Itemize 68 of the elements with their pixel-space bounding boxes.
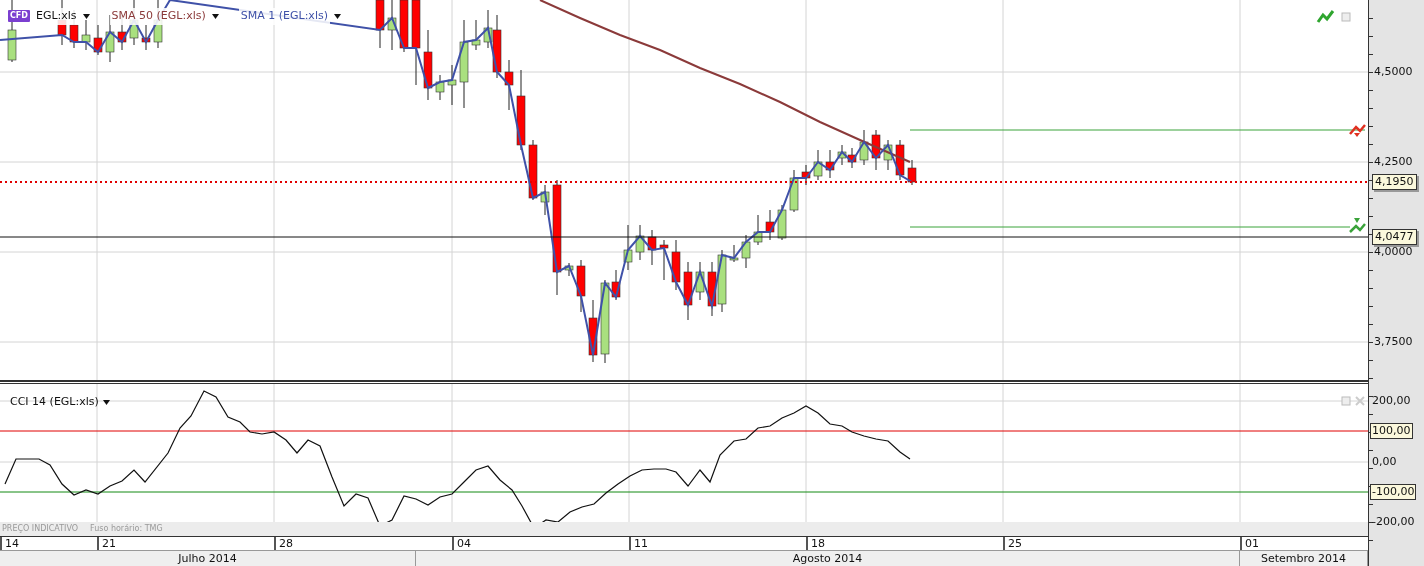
candlestick (504, 59, 514, 111)
trend-up-icon[interactable] (1316, 10, 1335, 23)
candlestick (623, 224, 633, 271)
footer-note: Fuso horário: TMG (90, 523, 163, 535)
candlestick (447, 64, 457, 106)
candlestick (635, 224, 645, 261)
candlestick (729, 244, 739, 263)
candlestick (659, 239, 669, 281)
candlestick (837, 144, 847, 166)
axis-label: 4,5000 (1374, 66, 1413, 77)
candlestick (741, 234, 751, 269)
candlestick (671, 239, 681, 291)
candlestick (399, 0, 409, 53)
candlestick (435, 74, 445, 101)
candlestick (813, 149, 823, 181)
cfd-badge: CFD (8, 10, 30, 23)
candlestick (777, 204, 787, 241)
candlestick (588, 299, 598, 363)
candlestick (375, 0, 385, 49)
caret-icon[interactable] (211, 13, 219, 19)
candlestick (647, 229, 657, 266)
candlestick (387, 0, 397, 51)
axis-label: 200,00 (1372, 395, 1411, 406)
candlestick (93, 24, 103, 56)
axis-label: -200,00 (1372, 516, 1415, 527)
candlestick (789, 169, 799, 213)
candlestick (847, 147, 857, 169)
month-label: Agosto 2014 (416, 551, 1240, 566)
footer-note: PREÇO INDICATIVO (2, 523, 79, 535)
price-alert-icon[interactable] (1349, 124, 1366, 137)
legend-label[interactable]: CCI 14 (EGL:xls) (10, 394, 99, 411)
candlestick (540, 184, 550, 216)
candlestick (528, 139, 538, 201)
price-marker: 4,1950 (1372, 174, 1417, 190)
legend-label[interactable]: SMA 50 (EGL:xls) (109, 8, 208, 25)
candlestick (141, 24, 151, 51)
month-label: Julho 2014 (0, 551, 416, 566)
legend-label[interactable]: SMA 1 (EGL:xls) (238, 8, 330, 25)
indicator-marker: -100,00 (1370, 484, 1417, 500)
candlestick (871, 129, 881, 171)
axis-label: 3,7500 (1374, 336, 1413, 347)
candlestick (423, 29, 433, 101)
candlestick (801, 164, 811, 186)
candlestick (695, 261, 705, 301)
caret-icon[interactable] (82, 13, 90, 19)
candlestick (564, 262, 574, 277)
candlestick (765, 209, 775, 241)
axis-label: 0,00 (1372, 456, 1397, 467)
price-marker: 4,0477 (1372, 229, 1417, 245)
candlestick (683, 261, 693, 321)
candlestick (81, 19, 91, 51)
candlestick (859, 129, 869, 166)
candlestick (895, 139, 905, 181)
caret-icon[interactable] (333, 13, 341, 19)
axis-label: 4,0000 (1374, 246, 1413, 257)
candlestick (883, 139, 893, 171)
candlestick (753, 214, 763, 246)
price-alert-icon[interactable] (1349, 218, 1366, 233)
candlestick (707, 261, 717, 317)
caret-icon[interactable] (102, 399, 110, 405)
candlestick (576, 259, 586, 313)
indicator-marker: 100,00 (1370, 423, 1413, 439)
candlestick (717, 249, 727, 313)
axis-label: 4,2500 (1374, 156, 1413, 167)
candlestick (907, 159, 917, 186)
candlestick (825, 149, 835, 179)
legend-label[interactable]: EGL:xls (34, 8, 79, 25)
candlestick (471, 19, 481, 51)
